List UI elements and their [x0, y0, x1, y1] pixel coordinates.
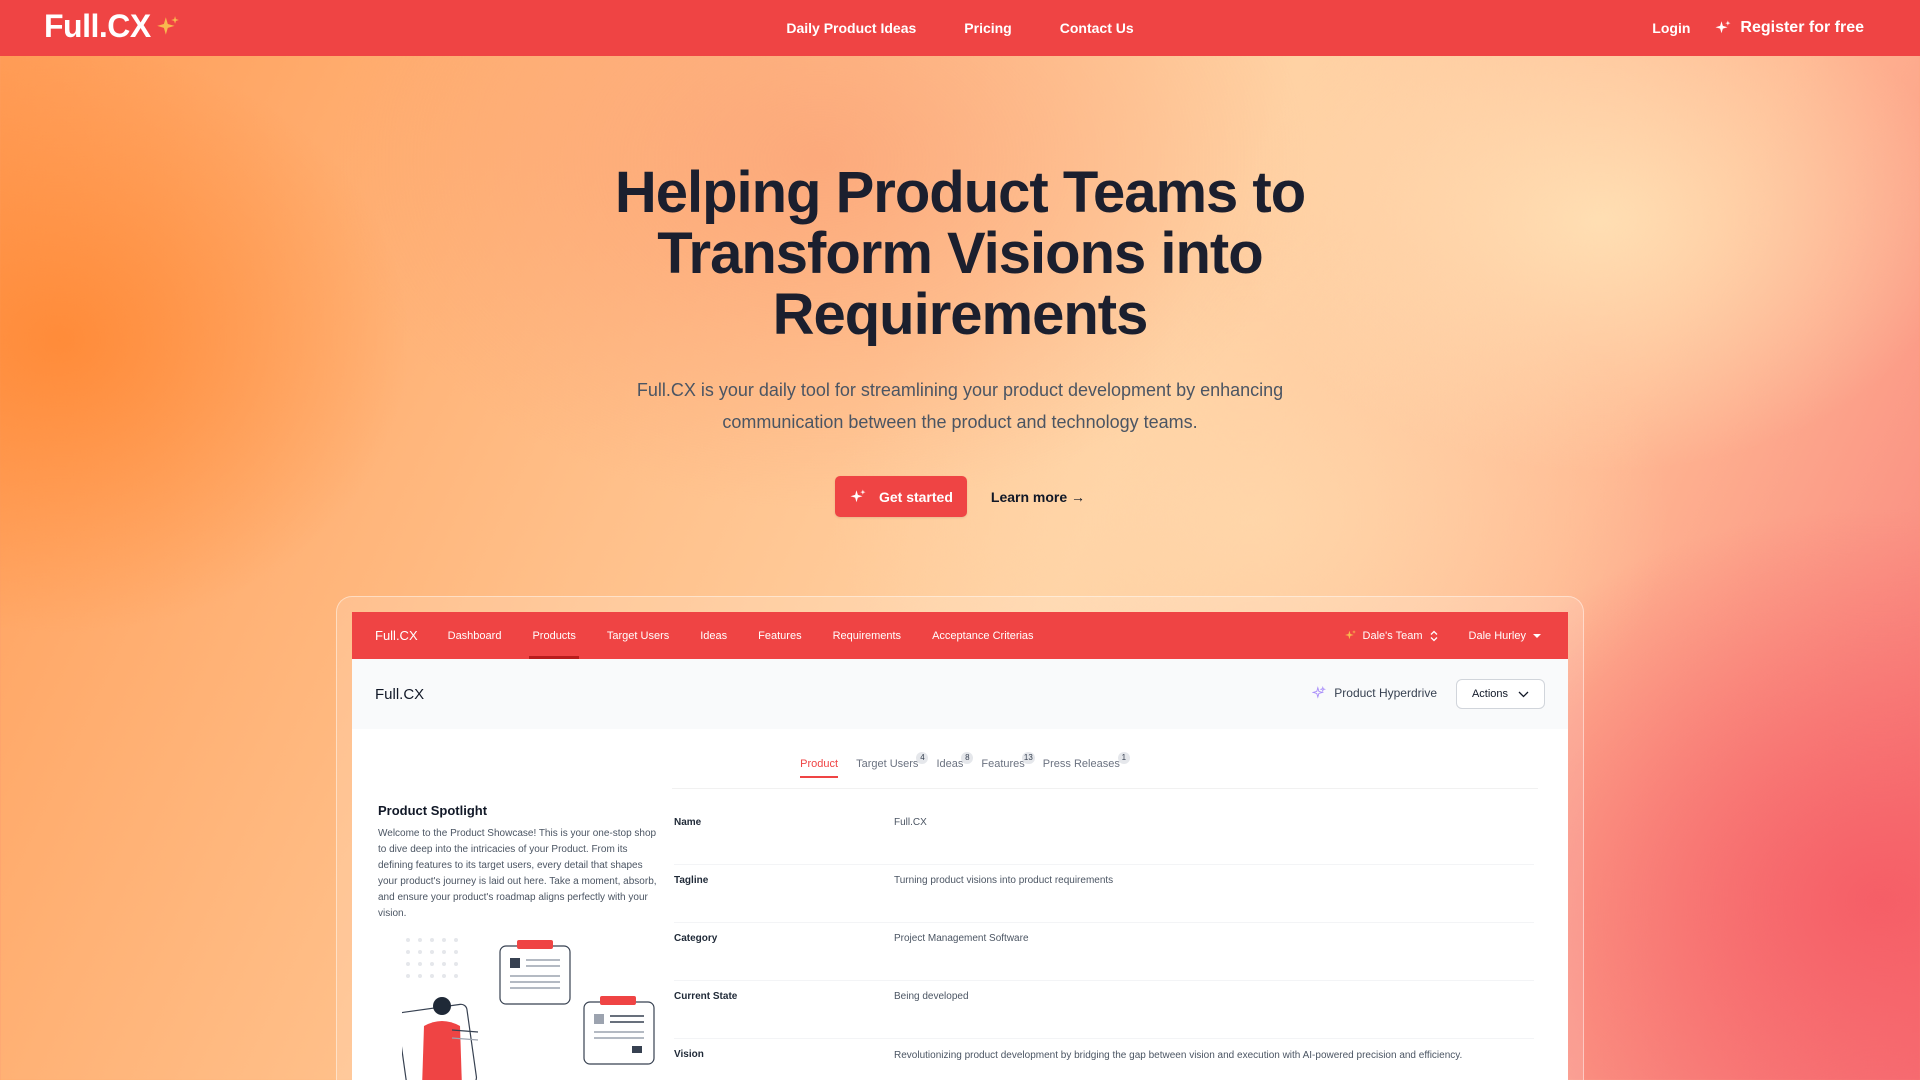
product-tabs: Product Target Users 4 Ideas 8 Features …	[352, 752, 1568, 778]
page-header: Full.CX Product Hyperdrive Actions	[352, 659, 1568, 729]
register-label: Register for free	[1740, 19, 1864, 36]
spotlight-title: Product Spotlight	[378, 803, 488, 818]
main-nav: Daily Product Ideas Pricing Contact Us	[0, 0, 1920, 56]
tab-features[interactable]: Features 13	[981, 752, 1035, 778]
app-nav-requirements[interactable]: Requirements	[833, 612, 901, 659]
tab-target-users[interactable]: Target Users 4	[856, 752, 929, 778]
get-started-button[interactable]: Get started	[834, 476, 967, 517]
sparkle-icon	[1312, 686, 1327, 699]
nav-daily-product-ideas[interactable]: Daily Product Ideas	[786, 20, 916, 36]
app-nav-dashboard[interactable]: Dashboard	[448, 612, 502, 659]
get-started-label: Get started	[878, 488, 953, 505]
field-label: Tagline	[674, 875, 709, 886]
app-preview: Full.CX Dashboard Products Target Users …	[352, 612, 1568, 1080]
sparkle-icon	[1344, 630, 1356, 640]
tab-ideas[interactable]: Ideas 8	[936, 752, 974, 778]
field-row: Name Full.CX	[674, 807, 1534, 865]
chevron-down-icon	[1518, 691, 1529, 697]
hero-title: Helping Product Teams to Transform Visio…	[614, 160, 1306, 347]
app-nav-right: Dale's Team Dale Hurley	[1344, 612, 1542, 659]
app-nav-features[interactable]: Features	[758, 612, 801, 659]
tab-label: Product	[800, 758, 839, 770]
app-brand[interactable]: Full.CX	[375, 628, 418, 643]
app-nav-acceptance-criterias[interactable]: Acceptance Criterias	[932, 612, 1034, 659]
sparkle-icon	[156, 15, 179, 35]
field-value: Revolutionizing product development by b…	[894, 1050, 1463, 1061]
field-row: Current State Being developed	[674, 981, 1534, 1039]
nav-pricing[interactable]: Pricing	[964, 20, 1011, 36]
app-nav-ideas[interactable]: Ideas	[700, 612, 727, 659]
page-title: Full.CX	[375, 685, 425, 703]
cta-row: Get started Learn more →	[0, 476, 1920, 517]
app-nav-products[interactable]: Products	[529, 612, 580, 659]
actions-dropdown[interactable]: Actions	[1456, 679, 1545, 709]
tab-label: Target Users	[856, 758, 919, 770]
product-hyperdrive-button[interactable]: Product Hyperdrive	[1312, 686, 1437, 700]
field-value: Being developed	[894, 991, 969, 1002]
product-illustration	[402, 938, 655, 1080]
tab-label: Features	[981, 758, 1025, 770]
field-label: Current State	[674, 991, 738, 1002]
field-label: Vision	[674, 1049, 704, 1060]
field-value: Turning product visions into product req…	[894, 875, 1114, 886]
count-badge: 4	[916, 752, 929, 764]
count-badge: 13	[1021, 752, 1035, 764]
sparkle-icon	[1715, 20, 1731, 34]
field-label: Name	[674, 817, 702, 828]
team-switcher[interactable]: Dale's Team	[1344, 629, 1439, 642]
learn-more-link[interactable]: Learn more →	[991, 489, 1085, 505]
hero-subtitle: Full.CX is your daily tool for streamlin…	[636, 380, 1284, 432]
chevron-up-down-icon	[1430, 630, 1437, 641]
app-nav-target-users[interactable]: Target Users	[607, 612, 669, 659]
tab-label: Ideas	[936, 758, 964, 770]
logo-text: Full.CX	[44, 8, 151, 44]
top-navbar: Full.CX Daily Product Ideas Pricing Cont…	[0, 0, 1920, 56]
user-menu[interactable]: Dale Hurley	[1469, 630, 1542, 642]
caret-down-icon	[1533, 633, 1541, 638]
tab-label: Press Releases	[1042, 758, 1120, 770]
count-badge: 8	[961, 752, 974, 764]
product-fields: Name Full.CX Tagline Turning product vis…	[674, 807, 1534, 1080]
field-label: Category	[674, 933, 718, 944]
field-row: Tagline Turning product visions into pro…	[674, 865, 1534, 923]
hyperdrive-label: Product Hyperdrive	[1334, 686, 1437, 700]
field-value: Full.CX	[894, 817, 927, 828]
app-navbar: Full.CX Dashboard Products Target Users …	[352, 612, 1568, 659]
tab-press-releases[interactable]: Press Releases 1	[1042, 752, 1130, 778]
user-name: Dale Hurley	[1468, 629, 1526, 642]
spotlight-description: Welcome to the Product Showcase! This is…	[378, 828, 657, 919]
nav-actions: Login Register for free	[1652, 0, 1864, 56]
logo[interactable]: Full.CX	[44, 8, 181, 45]
actions-label: Actions	[1471, 688, 1509, 700]
nav-contact-us[interactable]: Contact Us	[1060, 20, 1134, 36]
count-badge: 1	[1117, 752, 1130, 764]
login-link[interactable]: Login	[1652, 20, 1690, 36]
sparkle-icon	[850, 489, 866, 502]
field-row: Category Project Management Software	[674, 923, 1534, 981]
field-row: Vision Revolutionizing product developme…	[674, 1039, 1534, 1080]
register-link[interactable]: Register for free	[1714, 19, 1864, 37]
field-value: Project Management Software	[894, 933, 1029, 944]
team-name: Dale's Team	[1362, 629, 1423, 642]
tab-divider	[672, 788, 1538, 789]
tab-product[interactable]: Product	[800, 758, 838, 778]
